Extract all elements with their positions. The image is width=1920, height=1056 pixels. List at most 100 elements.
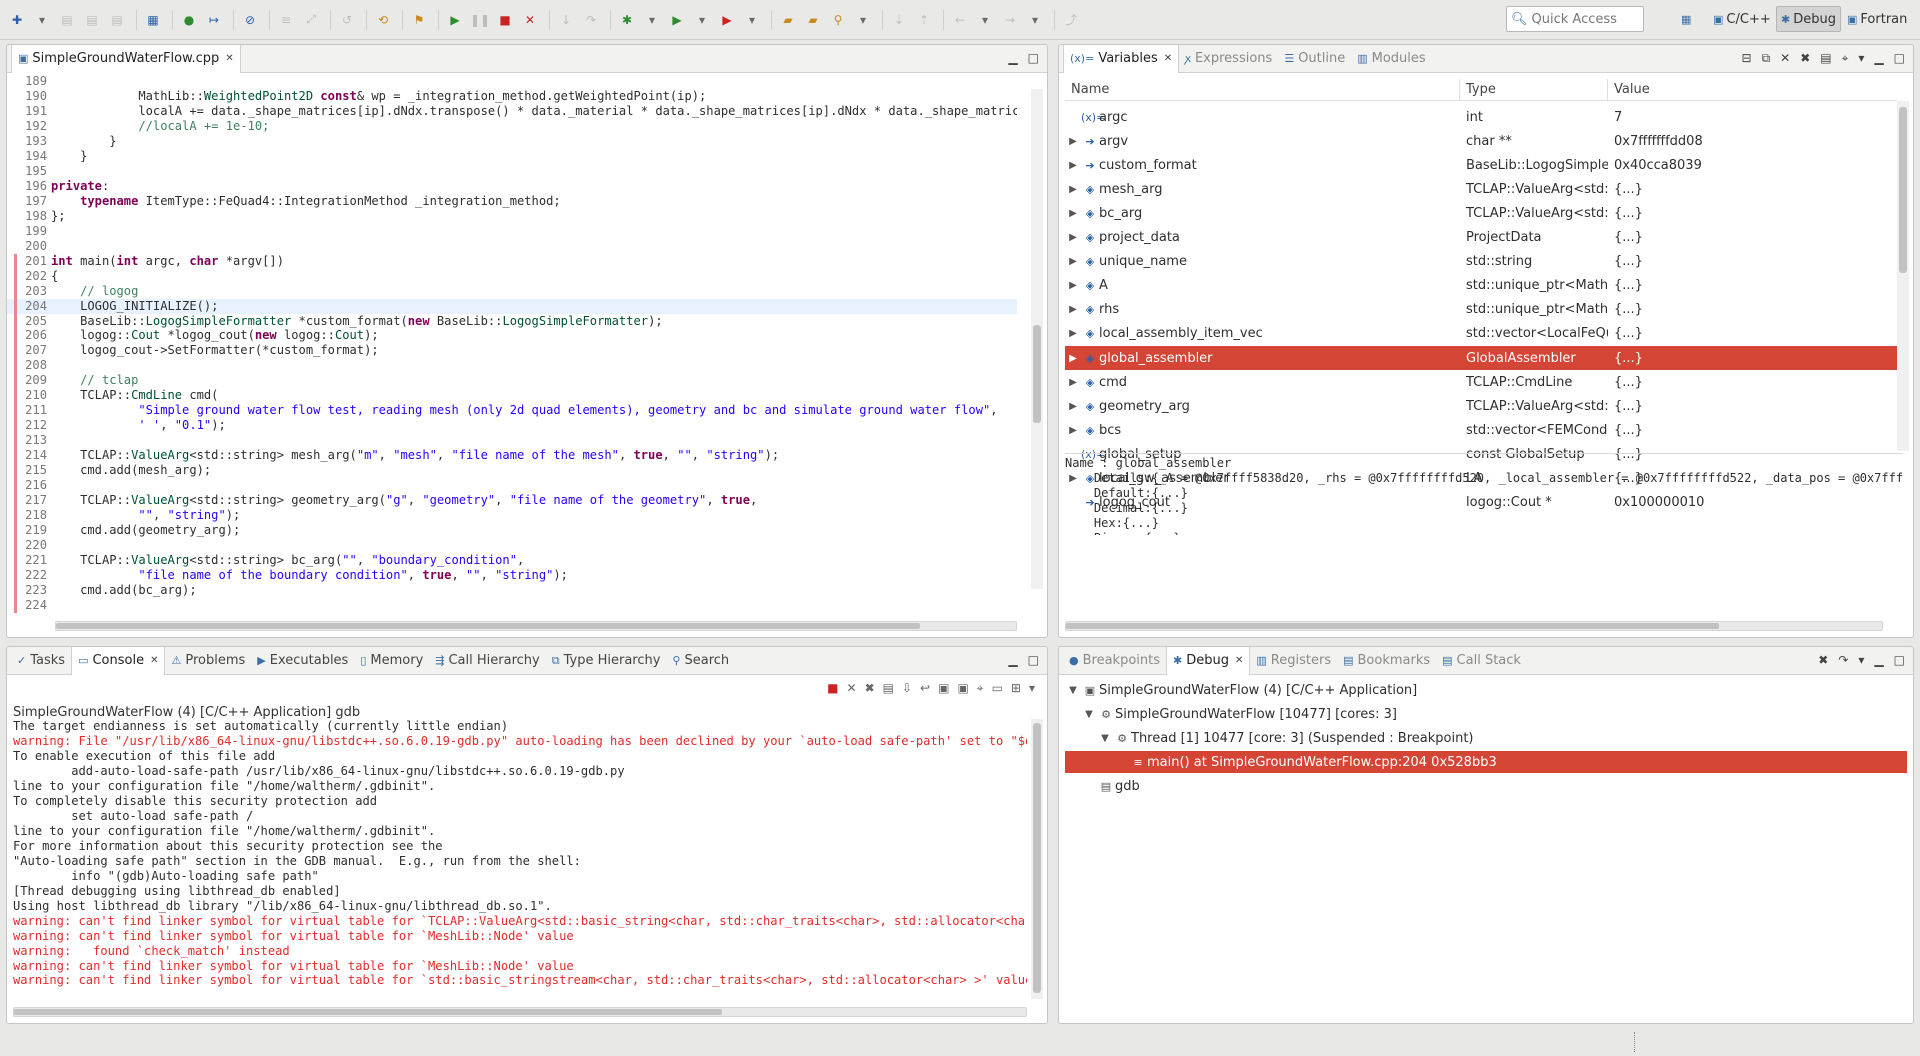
bug-icon[interactable]: ⚑ xyxy=(408,9,430,31)
perspective-fortran[interactable]: ▣ Fortran xyxy=(1842,6,1912,32)
variable-value[interactable]: 0x7fffffffdd08 xyxy=(1608,134,1897,149)
pin-console-icon[interactable]: ⌖ xyxy=(977,681,984,696)
detail-horizontal-scrollbar[interactable] xyxy=(1065,621,1883,631)
maximize-icon[interactable]: □ xyxy=(1894,653,1905,667)
col-type[interactable]: Type xyxy=(1460,79,1608,101)
debug-step-icon[interactable]: ↦ xyxy=(203,9,225,31)
variable-value[interactable]: 0x40cca8039 xyxy=(1608,158,1897,173)
debug-tree-item[interactable]: ▤ gdb xyxy=(1081,775,1140,797)
variable-row[interactable]: ▶ ◈ unique_name std::string {...} xyxy=(1065,250,1897,274)
tab-variables[interactable]: (x)= Variables ✕ xyxy=(1063,45,1180,73)
debug-tree-item[interactable]: ≡ main() at SimpleGroundWaterFlow.cpp:204… xyxy=(1065,751,1907,773)
dropdown-icon[interactable]: ▾ xyxy=(974,9,996,31)
code-line[interactable]: 212 ' ', "0.1"); xyxy=(7,418,1017,434)
col-value[interactable]: Value xyxy=(1608,79,1897,101)
minimize-icon[interactable]: ▁ xyxy=(1874,51,1883,66)
code-line[interactable]: 191 localA += data._shape_matrices[ip].d… xyxy=(7,104,1017,119)
editor-horizontal-scrollbar[interactable] xyxy=(55,621,1017,631)
tab-call-stack[interactable]: ▤ Call Stack xyxy=(1436,647,1527,675)
expand-arrow-icon[interactable]: ▶ xyxy=(1065,184,1081,195)
open-perspective-button[interactable]: ▦ xyxy=(1676,6,1699,32)
tab-executables[interactable]: ▶ Executables xyxy=(251,647,354,675)
variable-value[interactable]: {...} xyxy=(1608,302,1897,317)
code-line[interactable]: 217 TCLAP::ValueArg<std::string> geometr… xyxy=(7,493,1017,509)
perspective-cpp[interactable]: ▣ C/C++ xyxy=(1708,6,1776,32)
remove-all-icon[interactable]: ✖ xyxy=(1800,51,1810,66)
remove-all-terminated-icon[interactable]: ✖ xyxy=(1818,653,1828,667)
resume-icon[interactable]: ▶ xyxy=(444,9,466,31)
expand-arrow-icon[interactable]: ▶ xyxy=(1065,353,1081,364)
collapse-all-icon[interactable]: ⊟ xyxy=(1742,51,1752,66)
variable-row[interactable]: (x)= argc int 7 xyxy=(1065,105,1897,129)
variable-row[interactable]: ▶ ◈ local_assembly_item_vec std::vector<Loc… xyxy=(1065,322,1897,346)
dropdown-icon[interactable]: ▾ xyxy=(741,9,763,31)
code-line[interactable]: 221 TCLAP::ValueArg<std::string> bc_arg(… xyxy=(7,553,1017,568)
terminate-icon[interactable]: ■ xyxy=(494,9,516,31)
open-type-icon[interactable]: ▰ xyxy=(802,9,824,31)
code-line[interactable]: 213 xyxy=(7,433,1017,449)
expand-arrow-icon[interactable]: ▶ xyxy=(1065,328,1081,339)
dropdown-icon[interactable]: ▾ xyxy=(1024,9,1046,31)
show-on-output-icon[interactable]: ▣ xyxy=(938,681,949,696)
code-line[interactable]: 214 TCLAP::ValueArg<std::string> mesh_ar… xyxy=(7,448,1017,464)
code-line[interactable]: 206 logog::Cout *logog_cout(new logog::C… xyxy=(7,328,1017,344)
code-line[interactable]: 220 xyxy=(7,538,1017,553)
tab-modules[interactable]: ▥ Modules xyxy=(1351,45,1431,73)
clear-console-icon[interactable]: ▤ xyxy=(883,681,894,696)
variables-vertical-scrollbar[interactable] xyxy=(1897,101,1909,451)
variable-value[interactable]: {...} xyxy=(1608,278,1897,293)
external-tools-icon[interactable]: ▶ xyxy=(716,9,738,31)
expand-arrow-icon[interactable]: ▼ xyxy=(1097,733,1113,744)
variable-row[interactable]: ▶ ◈ bcs std::vector<FEMConditic{...} xyxy=(1065,418,1897,442)
filter-icon[interactable]: ≡ xyxy=(275,9,297,31)
debug-tree-item[interactable]: ▼ ⚙ SimpleGroundWaterFlow [10477] [cores: … xyxy=(1081,703,1397,725)
suspend-icon[interactable]: ❚❚ xyxy=(469,9,491,31)
variable-value[interactable]: {...} xyxy=(1608,182,1897,197)
expand-arrow-icon[interactable]: ▼ xyxy=(1065,685,1081,696)
dropdown-icon[interactable]: ▾ xyxy=(31,9,53,31)
tab-search[interactable]: ⚲ Search xyxy=(666,647,735,675)
expand-arrow-icon[interactable]: ▶ xyxy=(1065,401,1081,412)
tab-problems[interactable]: ⚠ Problems xyxy=(165,647,251,675)
variable-value[interactable]: {...} xyxy=(1608,375,1897,390)
terminate-icon[interactable]: ■ xyxy=(827,681,838,696)
pin-editor-icon[interactable]: ⤴ xyxy=(1060,9,1082,31)
minimize-icon[interactable]: ▁ xyxy=(1008,653,1017,667)
variable-value[interactable]: {...} xyxy=(1608,326,1897,341)
variable-value[interactable]: {...} xyxy=(1608,351,1897,366)
close-icon[interactable]: ✕ xyxy=(1164,53,1172,64)
code-line[interactable]: 209 // tclap xyxy=(7,373,1017,389)
remove-all-launches-icon[interactable]: ✖ xyxy=(865,681,875,696)
code-line[interactable]: 189 xyxy=(7,74,1017,89)
code-line[interactable]: 215 cmd.add(mesh_arg); xyxy=(7,463,1017,479)
tab-console[interactable]: ▭ Console ✕ xyxy=(71,647,166,675)
tab-debug[interactable]: ✱ Debug ✕ xyxy=(1166,647,1251,675)
tab-editor-file[interactable]: ▣ SimpleGroundWaterFlow.cpp ✕ xyxy=(11,45,241,73)
expand-arrow-icon[interactable]: ▶ xyxy=(1065,377,1081,388)
variable-row[interactable]: ▶ ➔ argv char ** 0x7fffffffdd08 xyxy=(1065,129,1897,153)
code-line[interactable]: 208 xyxy=(7,358,1017,374)
close-icon[interactable]: ✕ xyxy=(1235,655,1243,666)
display-console-icon[interactable]: ▭ xyxy=(992,681,1003,696)
variable-value[interactable]: {...} xyxy=(1608,399,1897,414)
word-wrap-icon[interactable]: ↩ xyxy=(920,681,930,696)
new-icon[interactable]: ✚ xyxy=(6,9,28,31)
disconnect-icon[interactable]: ✕ xyxy=(519,9,541,31)
variable-detail-pane[interactable]: Name : global_assembler Details:{_A = @0… xyxy=(1065,453,1903,535)
code-line[interactable]: 199 xyxy=(7,224,1017,239)
expand-arrow-icon[interactable]: ▼ xyxy=(1081,709,1097,720)
expand-arrow-icon[interactable]: ▶ xyxy=(1065,304,1081,315)
variable-value[interactable]: {...} xyxy=(1608,230,1897,245)
code-line[interactable]: 195 xyxy=(7,164,1017,179)
variable-row[interactable]: ▶ ◈ mesh_arg TCLAP::ValueArg<std::b {...} xyxy=(1065,177,1897,201)
code-line[interactable]: 203 // logog xyxy=(7,283,1017,299)
debug-tree-item[interactable]: ▼ ⚙ Thread [1] 10477 [core: 3] (Suspended … xyxy=(1097,727,1473,749)
code-line[interactable]: 223 cmd.add(bc_arg); xyxy=(7,582,1017,598)
new-view-icon[interactable]: ▤ xyxy=(1820,51,1831,66)
code-line[interactable]: 198}; xyxy=(7,209,1017,224)
col-name[interactable]: Name xyxy=(1065,79,1460,101)
close-icon[interactable]: ✕ xyxy=(225,53,233,64)
print-icon[interactable]: ▤ xyxy=(106,9,128,31)
build-icon[interactable]: ▦ xyxy=(142,9,164,31)
variable-row[interactable]: ▶ ◈ geometry_arg TCLAP::ValueArg<std::b {...… xyxy=(1065,394,1897,418)
